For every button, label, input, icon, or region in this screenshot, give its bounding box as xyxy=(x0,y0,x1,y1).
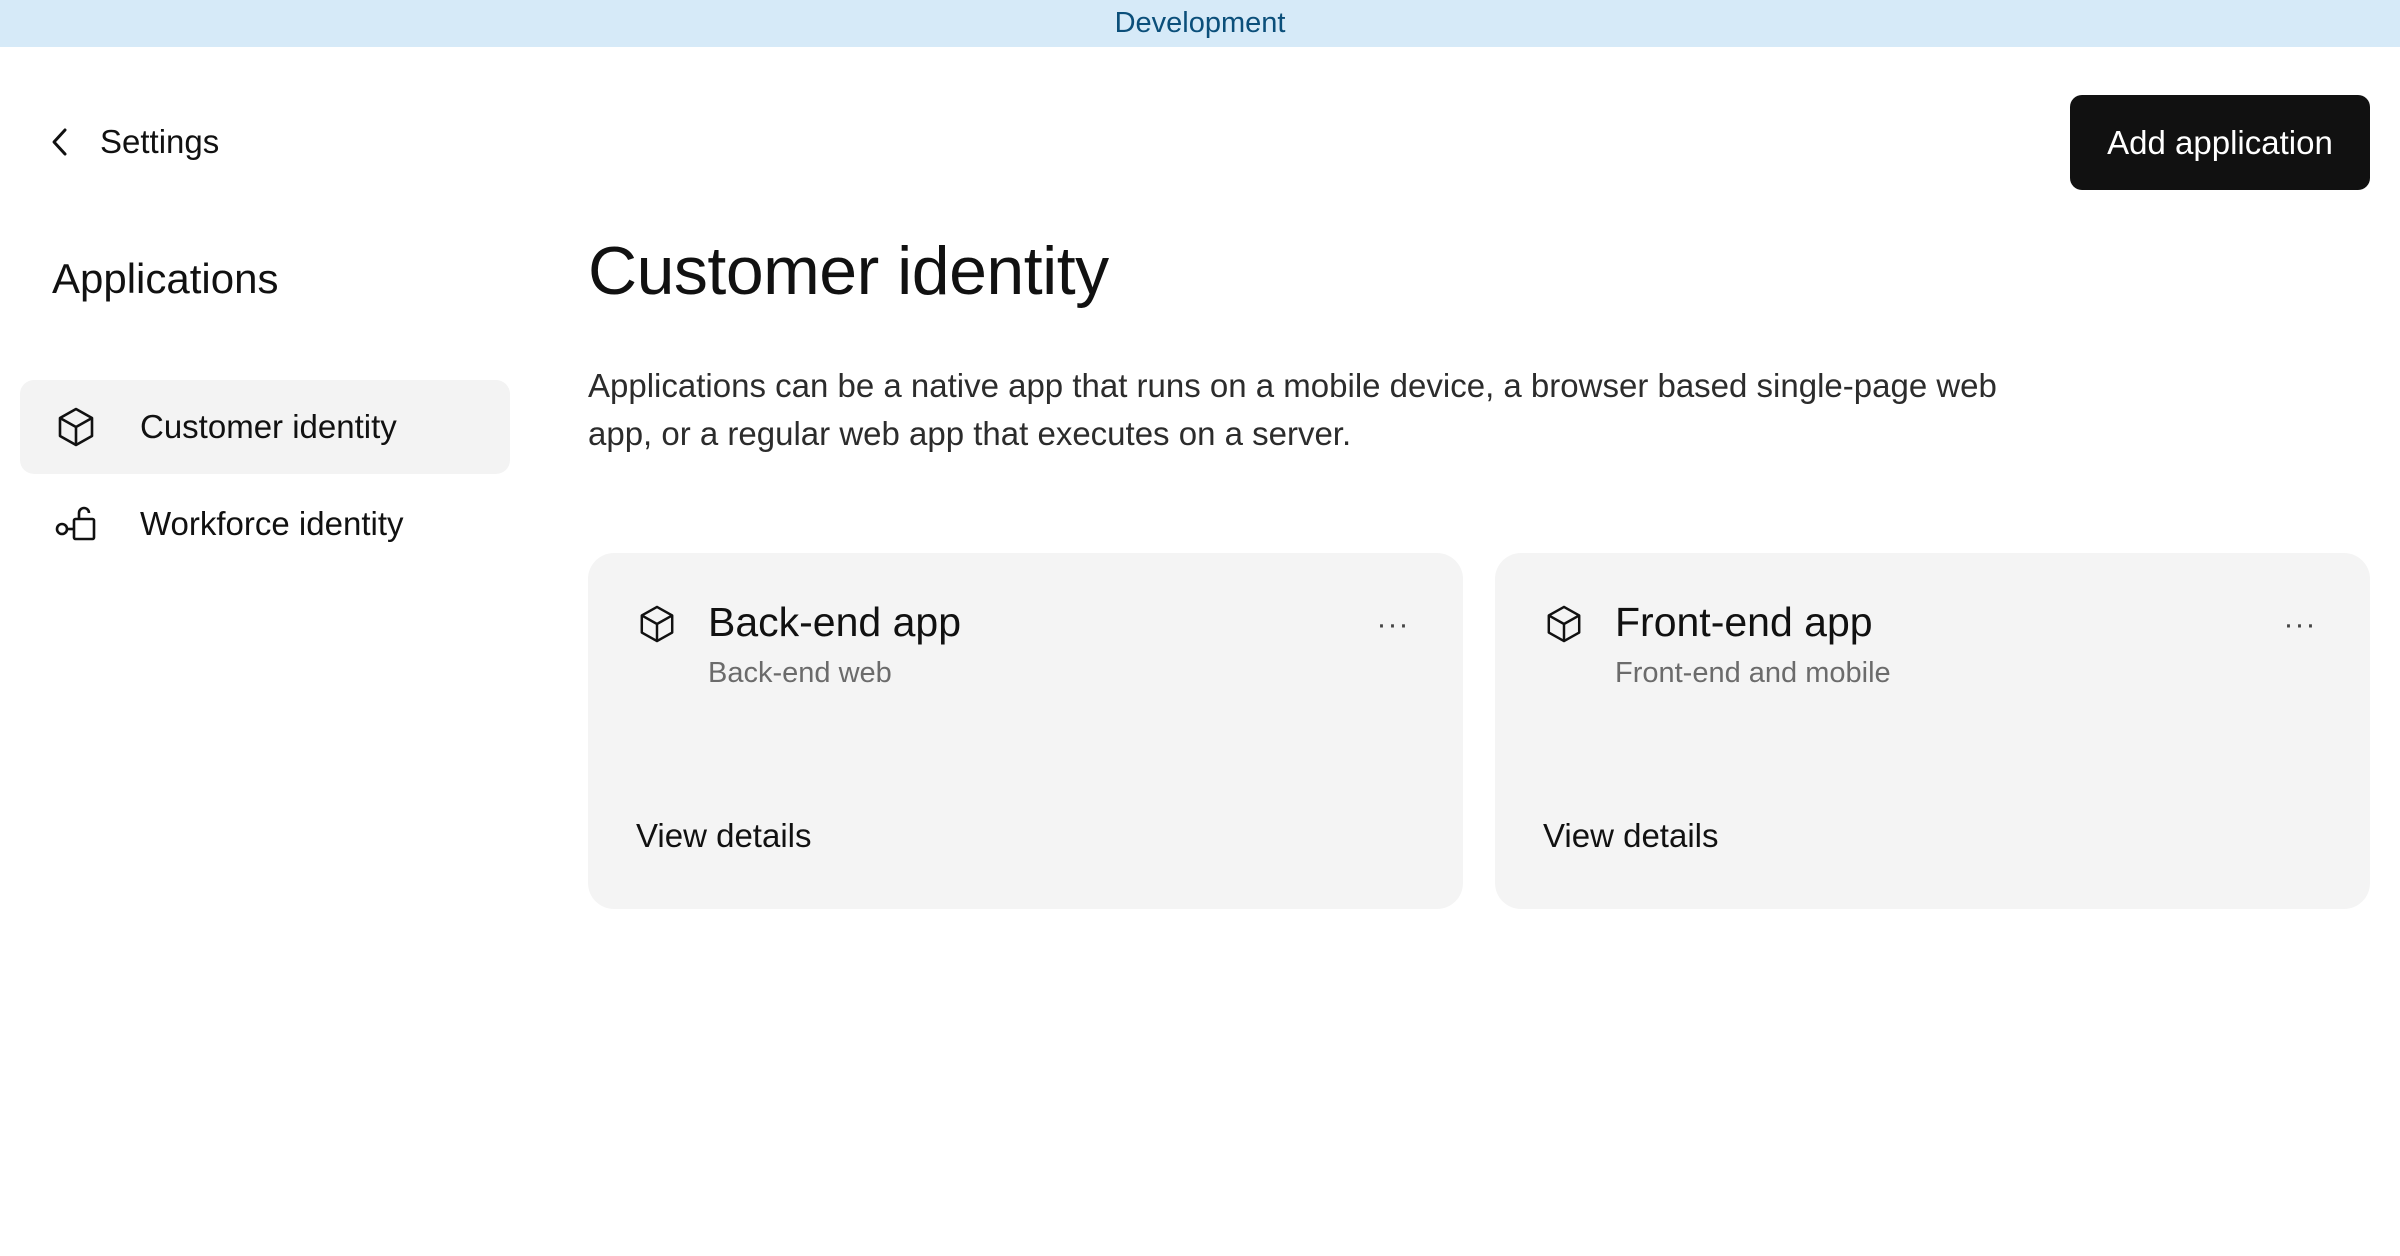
page-title: Customer identity xyxy=(588,233,1109,309)
more-options-icon[interactable]: ··· xyxy=(1369,605,1417,645)
application-cards: Back-end app Back-end web ··· View detai… xyxy=(588,553,2370,909)
sidebar-title: Applications xyxy=(52,255,279,302)
application-card-back-end-app: Back-end app Back-end web ··· View detai… xyxy=(588,553,1463,909)
card-title: Back-end app xyxy=(708,599,962,645)
cube-icon xyxy=(1543,603,1585,645)
view-details-link[interactable]: View details xyxy=(1543,817,1719,855)
sidebar-nav: Customer identity Workforce identity xyxy=(20,380,510,574)
sidebar-item-label: Customer identity xyxy=(140,408,397,445)
cube-icon xyxy=(636,603,678,645)
card-subtitle: Back-end web xyxy=(708,657,892,689)
sidebar-item-workforce-identity[interactable]: Workforce identity xyxy=(20,477,510,571)
card-title: Front-end app xyxy=(1615,599,1873,645)
back-to-settings-link[interactable]: Settings xyxy=(40,114,219,170)
back-link-label: Settings xyxy=(100,123,220,160)
cube-icon xyxy=(54,405,98,449)
more-options-icon[interactable]: ··· xyxy=(2276,605,2324,645)
chevron-left-icon xyxy=(40,122,80,162)
page-description: Applications can be a native app that ru… xyxy=(588,367,1997,452)
add-application-button[interactable]: Add application xyxy=(2070,95,2370,190)
sidebar-item-label: Workforce identity xyxy=(140,505,404,542)
sidebar-item-customer-identity[interactable]: Customer identity xyxy=(20,380,510,474)
environment-banner: Development xyxy=(0,0,2400,47)
view-details-link[interactable]: View details xyxy=(636,817,812,855)
workforce-icon xyxy=(54,502,98,546)
application-card-front-end-app: Front-end app Front-end and mobile ··· V… xyxy=(1495,553,2370,909)
card-subtitle: Front-end and mobile xyxy=(1615,657,1891,689)
environment-banner-label: Development xyxy=(1114,7,1286,39)
